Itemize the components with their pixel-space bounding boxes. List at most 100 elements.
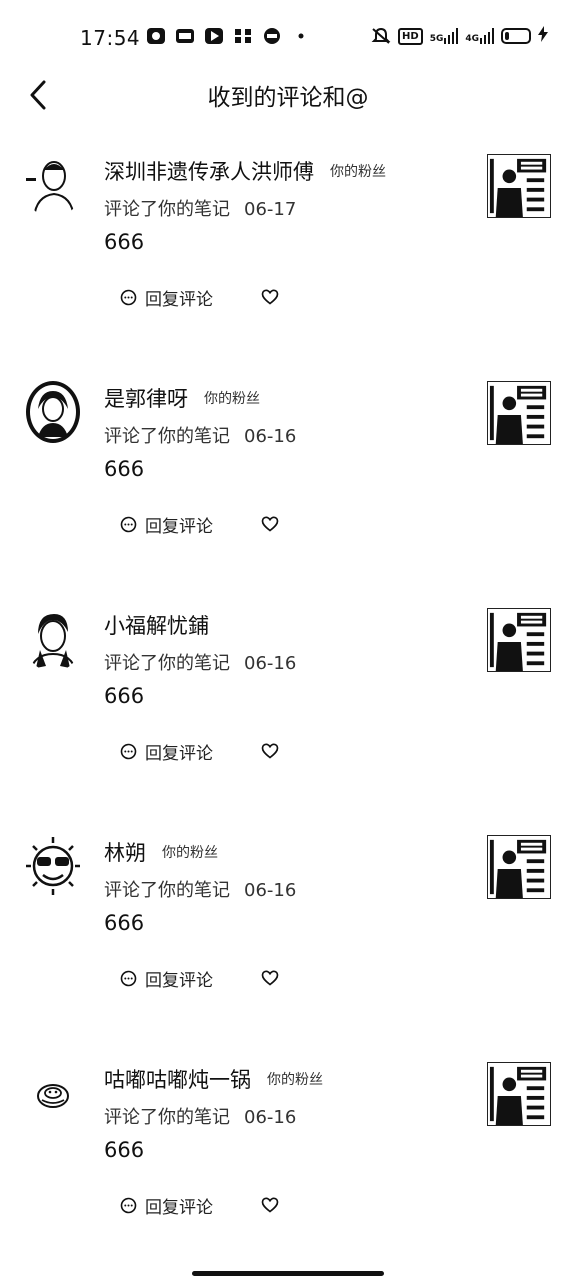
comment-actions: 回复评论 [120,966,279,991]
avatar[interactable] [24,152,82,218]
avatar[interactable] [24,379,82,445]
note-thumbnail[interactable] [487,1062,551,1126]
avatar[interactable] [24,1060,82,1126]
comment-meta: 评论了你的笔记 06-16 [104,422,296,448]
comment-bubble-icon [120,289,137,305]
name-row: 林朔 你的粉丝 [104,837,218,867]
comment-bubble-icon [120,516,137,532]
comment-date: 06-16 [244,1107,297,1128]
note-thumbnail[interactable] [487,154,551,218]
status-bar: 17:54 HD 5G 4G [0,0,576,70]
reply-button[interactable]: 回复评论 [120,739,213,764]
comment-bubble-icon [120,1197,137,1213]
chat-app-icon [262,27,282,45]
like-button[interactable] [261,1197,279,1213]
reply-label: 回复评论 [145,516,213,537]
comment-action: 评论了你的笔记 [104,426,230,447]
comment-date: 06-17 [244,199,297,220]
signal-4g-icon: 4G [465,28,494,44]
like-button[interactable] [261,970,279,986]
fan-badge: 你的粉丝 [330,164,386,180]
comment-item: 深圳非遗传承人洪师傅 你的粉丝 评论了你的笔记 06-17 666 回复评论 [0,140,576,367]
note-thumbnail[interactable] [487,835,551,899]
comment-item: 咕嘟咕嘟炖一锅 你的粉丝 评论了你的笔记 06-16 666 回复评论 [0,1048,576,1275]
name-row: 深圳非遗传承人洪师傅 你的粉丝 [104,156,386,186]
reply-label: 回复评论 [145,743,213,764]
battery-level [505,32,509,40]
comment-text: 666 [104,457,145,481]
comment-actions: 回复评论 [120,739,279,764]
cloud-app-icon [175,27,195,45]
reply-button[interactable]: 回复评论 [120,512,213,537]
avatar[interactable] [24,606,82,672]
app-notification-icon [146,27,166,45]
comment-meta: 评论了你的笔记 06-17 [104,195,296,221]
home-indicator[interactable] [192,1271,384,1276]
heart-icon [261,1197,279,1213]
fan-badge: 你的粉丝 [162,845,218,861]
signal-5g-icon: 5G [430,28,459,44]
comment-date: 06-16 [244,880,297,901]
like-button[interactable] [261,289,279,305]
comment-action: 评论了你的笔记 [104,1107,230,1128]
reply-button[interactable]: 回复评论 [120,285,213,310]
fan-badge: 你的粉丝 [204,391,260,407]
status-time: 17:54 [80,26,141,50]
battery-icon [501,28,531,44]
reply-button[interactable]: 回复评论 [120,1193,213,1218]
name-row: 是郭律呀 你的粉丝 [104,383,260,413]
comment-action: 评论了你的笔记 [104,199,230,220]
comment-text: 666 [104,911,145,935]
comment-action: 评论了你的笔记 [104,653,230,674]
comment-item: 林朔 你的粉丝 评论了你的笔记 06-16 666 回复评论 [0,821,576,1048]
comment-text: 666 [104,684,145,708]
mute-bell-icon [371,27,391,45]
name-row: 小福解忧鋪 [104,610,209,640]
comment-list: 深圳非遗传承人洪师傅 你的粉丝 评论了你的笔记 06-17 666 回复评论 是… [0,140,576,1275]
comment-actions: 回复评论 [120,512,279,537]
system-icons: HD 5G 4G [371,26,548,46]
user-name[interactable]: 小福解忧鋪 [104,610,209,640]
heart-icon [261,743,279,759]
comment-actions: 回复评论 [120,1193,279,1218]
page-title: 收到的评论和@ [207,85,369,111]
comment-meta: 评论了你的笔记 06-16 [104,876,296,902]
user-name[interactable]: 是郭律呀 [104,383,188,413]
grid-app-icon [233,27,253,45]
comment-actions: 回复评论 [120,285,279,310]
charging-icon [538,26,548,46]
fan-badge: 你的粉丝 [267,1072,323,1088]
comment-bubble-icon [120,743,137,759]
heart-icon [261,970,279,986]
play-app-icon [204,27,224,45]
comment-meta: 评论了你的笔记 06-16 [104,649,296,675]
comment-date: 06-16 [244,653,297,674]
heart-icon [261,516,279,532]
reply-button[interactable]: 回复评论 [120,966,213,991]
like-button[interactable] [261,743,279,759]
user-name[interactable]: 深圳非遗传承人洪师傅 [104,156,314,186]
comment-meta: 评论了你的笔记 06-16 [104,1103,296,1129]
comment-bubble-icon [120,970,137,986]
heart-icon [261,289,279,305]
comment-item: 是郭律呀 你的粉丝 评论了你的笔记 06-16 666 回复评论 [0,367,576,594]
like-button[interactable] [261,516,279,532]
note-thumbnail[interactable] [487,381,551,445]
avatar[interactable] [24,833,82,899]
notification-icons [146,27,311,45]
comment-action: 评论了你的笔记 [104,880,230,901]
reply-label: 回复评论 [145,289,213,310]
user-name[interactable]: 咕嘟咕嘟炖一锅 [104,1064,251,1094]
reply-label: 回复评论 [145,970,213,991]
comment-text: 666 [104,1138,145,1162]
comment-text: 666 [104,230,145,254]
header: 收到的评论和@ [0,70,576,120]
more-notifications-icon [291,27,311,45]
comment-date: 06-16 [244,426,297,447]
name-row: 咕嘟咕嘟炖一锅 你的粉丝 [104,1064,323,1094]
hd-icon: HD [398,27,423,45]
user-name[interactable]: 林朔 [104,837,146,867]
note-thumbnail[interactable] [487,608,551,672]
reply-label: 回复评论 [145,1197,213,1218]
comments-page: 17:54 HD 5G 4G 收到的评论和@ 深圳非遗传承人洪师傅 你的粉丝 评… [0,0,576,1280]
